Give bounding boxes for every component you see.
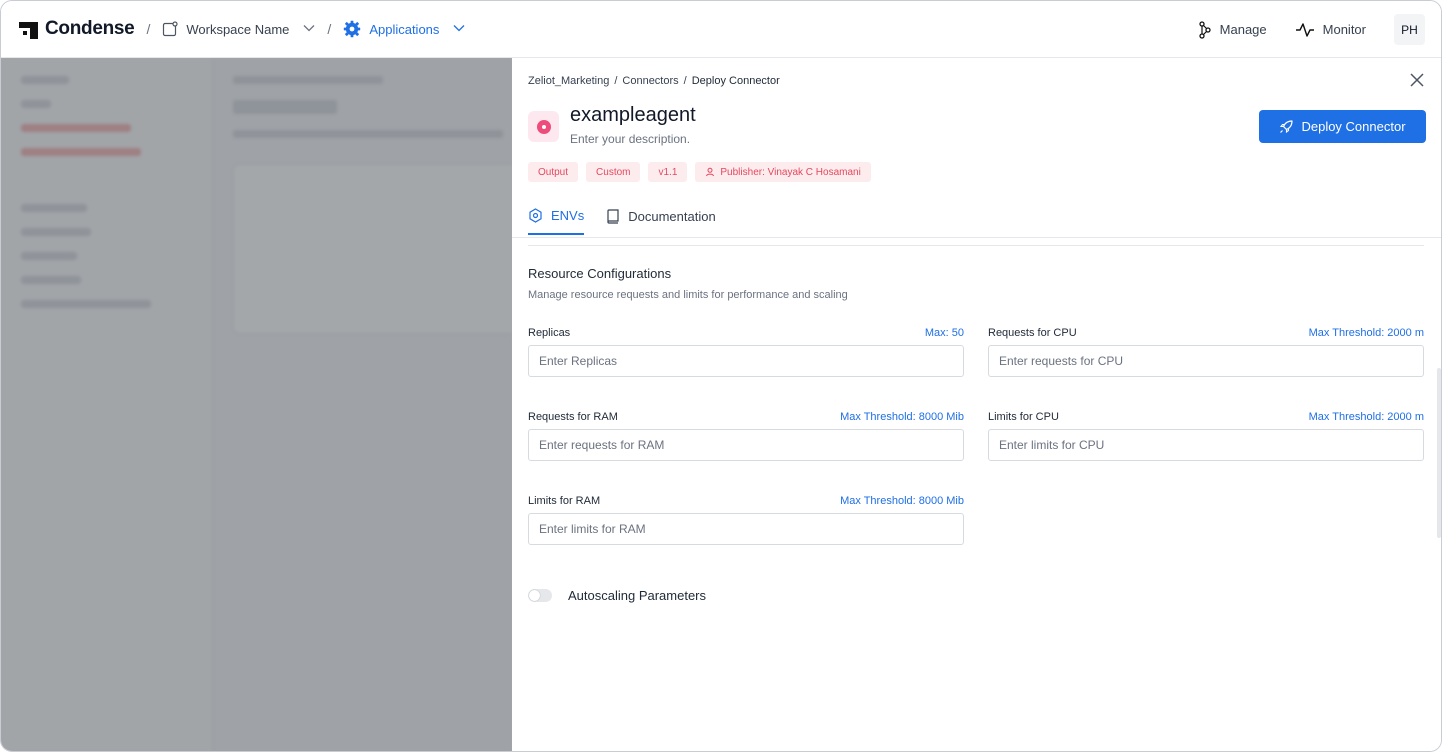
book-icon <box>607 209 619 224</box>
replicas-input[interactable]: Enter Replicas <box>528 345 964 377</box>
tab-envs-label: ENVs <box>551 208 585 223</box>
workspace-name: Workspace Name <box>186 21 290 37</box>
breadcrumb-item[interactable]: Zeliot_Marketing <box>528 75 609 87</box>
replicas-hint: Max: 50 <box>924 327 964 339</box>
breadcrumb-separator: / <box>327 21 332 37</box>
tab-documentation-label: Documentation <box>628 209 716 224</box>
deploy-connector-label: Deploy Connector <box>1301 119 1406 134</box>
manage-label: Manage <box>1219 22 1267 37</box>
manage-icon <box>1199 20 1211 39</box>
hexagon-settings-icon <box>529 208 542 223</box>
rocket-icon <box>1280 119 1294 133</box>
section-title: Resource Configurations <box>528 266 672 281</box>
manage-link[interactable]: Manage <box>1198 20 1267 39</box>
tag-list: Output Custom v1.1 Publisher: Vinayak C … <box>528 162 871 182</box>
tab-bar: ENVs Documentation <box>528 208 716 235</box>
tag-badge: Custom <box>586 162 641 182</box>
agent-description: Enter your description. <box>570 132 691 146</box>
top-bar: Condense / Workspace Name / Applications… <box>1 1 1441 58</box>
limits-ram-field: Limits for RAM Max Threshold: 8000 Mib E… <box>528 495 964 545</box>
publisher-badge: Publisher: Vinayak C Hosamani <box>695 162 871 182</box>
limits-ram-label: Limits for RAM <box>528 495 601 507</box>
requests-cpu-hint: Max Threshold: 2000 m <box>1308 327 1424 339</box>
workspace-selector[interactable]: Workspace Name <box>162 21 315 37</box>
condense-logo-icon <box>19 20 38 39</box>
agent-name: exampleagent <box>570 104 696 126</box>
applications-label: Applications <box>369 21 440 37</box>
modal-overlay[interactable] <box>1 58 512 751</box>
monitor-link[interactable]: Monitor <box>1295 22 1366 38</box>
user-icon <box>706 167 715 177</box>
deploy-connector-drawer: Zeliot_Marketing / Connectors / Deploy C… <box>512 58 1441 751</box>
limits-cpu-label: Limits for CPU <box>988 411 1059 423</box>
breadcrumb-separator: / <box>683 75 687 87</box>
requests-cpu-label: Requests for CPU <box>988 327 1077 339</box>
requests-ram-field: Requests for RAM Max Threshold: 8000 Mib… <box>528 411 964 461</box>
applications-selector[interactable]: Applications <box>343 20 465 38</box>
limits-ram-input[interactable]: Enter limits for RAM <box>528 513 964 545</box>
tag-badge: v1.1 <box>648 162 688 182</box>
tab-envs[interactable]: ENVs <box>528 208 585 235</box>
autoscaling-toggle[interactable] <box>528 589 552 602</box>
autoscaling-row: Autoscaling Parameters <box>528 588 706 603</box>
publisher-label: Publisher: Vinayak C Hosamani <box>720 166 861 178</box>
limits-cpu-input[interactable]: Enter limits for CPU <box>988 429 1424 461</box>
breadcrumb: Zeliot_Marketing / Connectors / Deploy C… <box>528 75 780 87</box>
chevron-down-icon <box>453 23 465 35</box>
deploy-connector-button[interactable]: Deploy Connector <box>1259 110 1426 143</box>
requests-cpu-input[interactable]: Enter requests for CPU <box>988 345 1424 377</box>
breadcrumb-separator: / <box>614 75 618 87</box>
limits-cpu-hint: Max Threshold: 2000 m <box>1308 411 1424 423</box>
drawer-scrollbar[interactable] <box>1437 368 1441 538</box>
section-subtitle: Manage resource requests and limits for … <box>528 289 848 301</box>
autoscaling-label: Autoscaling Parameters <box>568 588 707 603</box>
tab-documentation[interactable]: Documentation <box>606 208 716 235</box>
brand-logo[interactable]: Condense <box>19 18 135 40</box>
replicas-field: Replicas Max: 50 Enter Replicas <box>528 327 964 377</box>
chevron-down-icon <box>303 23 315 35</box>
limits-cpu-field: Limits for CPU Max Threshold: 2000 m Ent… <box>988 411 1424 461</box>
requests-ram-label: Requests for RAM <box>528 411 618 423</box>
section-divider <box>528 245 1424 246</box>
top-right-nav: Manage Monitor PH <box>1198 14 1425 45</box>
tabs-divider <box>512 237 1441 238</box>
replicas-label: Replicas <box>528 327 571 339</box>
requests-ram-hint: Max Threshold: 8000 Mib <box>840 411 964 423</box>
app-window: Condense / Workspace Name / Applications… <box>0 0 1442 752</box>
activity-icon <box>1295 22 1314 37</box>
workspace-icon <box>163 21 178 37</box>
gear-icon <box>344 20 361 38</box>
breadcrumb-current: Deploy Connector <box>691 75 780 87</box>
breadcrumb-separator: / <box>146 21 151 37</box>
close-icon[interactable] <box>1409 70 1425 92</box>
tag-badge: Output <box>528 162 579 182</box>
requests-cpu-field: Requests for CPU Max Threshold: 2000 m E… <box>988 327 1424 377</box>
brand-name: Condense <box>45 18 135 39</box>
requests-ram-input[interactable]: Enter requests for RAM <box>528 429 964 461</box>
user-avatar[interactable]: PH <box>1394 14 1425 45</box>
limits-ram-hint: Max Threshold: 8000 Mib <box>840 495 964 507</box>
breadcrumb-item[interactable]: Connectors <box>622 75 678 87</box>
monitor-label: Monitor <box>1322 22 1366 37</box>
agent-icon <box>528 111 559 142</box>
